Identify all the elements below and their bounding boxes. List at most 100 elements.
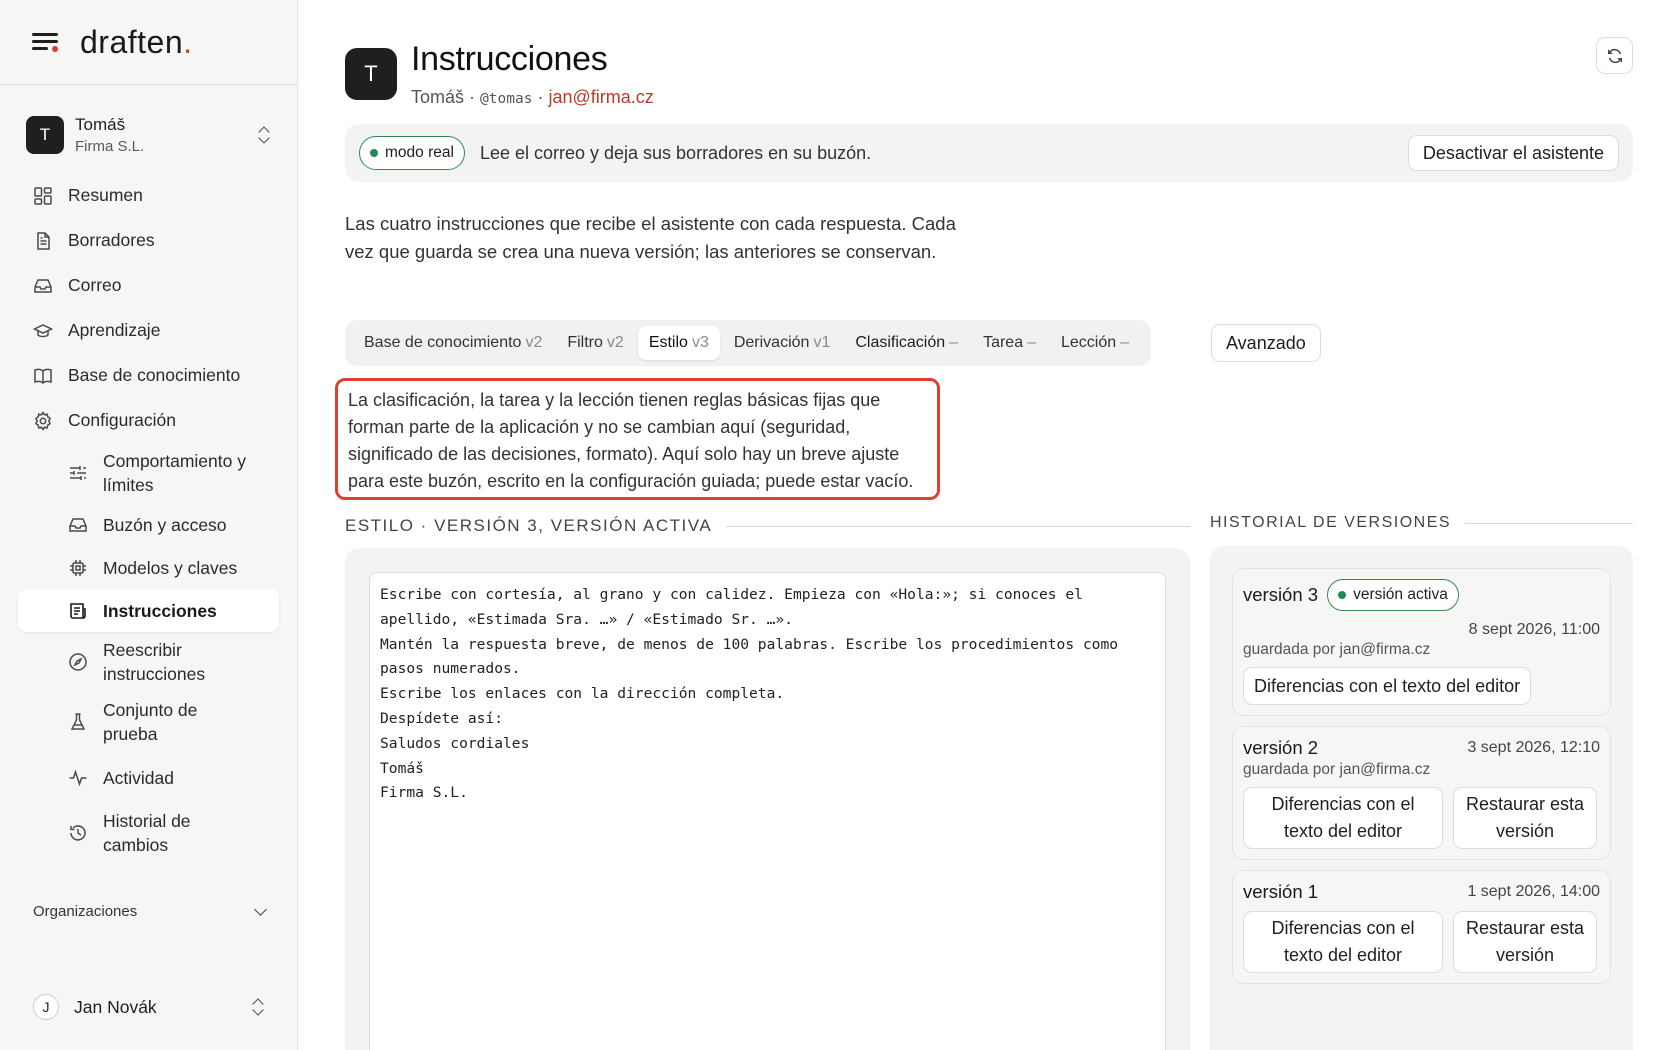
subnav-item-actividad[interactable]: Actividad bbox=[0, 756, 279, 799]
main-content: T Instrucciones Tomáš · @tomas · jan@fir… bbox=[335, 0, 1635, 1050]
sliders-icon bbox=[70, 466, 86, 480]
version-card: versión 2 3 sept 2026, 12:10 guardada po… bbox=[1232, 726, 1611, 860]
subnav-label: Conjunto de prueba bbox=[103, 700, 198, 744]
subnav-item-comportamiento[interactable]: Comportamiento y límites bbox=[0, 449, 279, 497]
page-meta: Tomáš · @tomas · jan@firma.cz bbox=[411, 87, 654, 107]
diff-button[interactable]: Diferencias con el texto del editor bbox=[1243, 787, 1443, 849]
nav-item-resumen[interactable]: Resumen bbox=[0, 173, 297, 218]
nav-label: Correo bbox=[68, 275, 122, 295]
advanced-button[interactable]: Avanzado bbox=[1211, 324, 1321, 362]
account-avatar: T bbox=[26, 116, 64, 154]
diff-button[interactable]: Diferencias con el texto del editor bbox=[1243, 667, 1532, 705]
subnav-item-reescribir[interactable]: Reescribir instrucciones bbox=[0, 638, 279, 686]
version-name: versión 2 bbox=[1243, 737, 1319, 758]
user-avatar: J bbox=[33, 994, 59, 1020]
nav-item-configuracion[interactable]: Configuración bbox=[0, 398, 297, 443]
chevron-down-icon bbox=[254, 903, 267, 916]
history-icon bbox=[70, 825, 86, 841]
subnav-label: Buzón y acceso bbox=[103, 514, 227, 535]
restore-version-button[interactable]: Restaurar esta versión bbox=[1453, 787, 1597, 849]
user-menu[interactable]: J Jan Novák bbox=[33, 994, 265, 1020]
intro-text: Las cuatro instrucciones que recibe el a… bbox=[345, 213, 956, 262]
version-author: guardada por jan@firma.cz bbox=[1243, 641, 1431, 658]
tab-leccion[interactable]: Lección – bbox=[1050, 326, 1140, 360]
inbox-icon bbox=[34, 278, 52, 293]
nav-label: Base de conocimiento bbox=[68, 365, 241, 385]
subnav-label: Instrucciones bbox=[103, 600, 217, 621]
status-dot-icon bbox=[1338, 591, 1347, 599]
chevron-updown-icon bbox=[257, 125, 271, 145]
sidebar: draften. T Tomáš Firma S.L. Resumen Borr… bbox=[0, 0, 298, 1050]
editor-card: Escribe con cortesía, al grano y con cal… bbox=[345, 548, 1190, 1050]
note-text: La clasificación, la tarea y la lección … bbox=[348, 390, 914, 491]
mode-badge: modo real bbox=[359, 136, 465, 170]
brand-bar: draften. bbox=[0, 0, 297, 85]
user-name: Jan Novák bbox=[74, 996, 157, 1017]
gear-icon bbox=[34, 410, 52, 431]
mode-bar: modo real Lee el correo y deja sus borra… bbox=[345, 124, 1633, 182]
chip-icon bbox=[70, 559, 86, 576]
page-header: T Instrucciones Tomáš · @tomas · jan@fir… bbox=[345, 40, 654, 108]
graduation-cap-icon bbox=[33, 323, 53, 337]
instruction-editor[interactable]: Escribe con cortesía, al grano y con cal… bbox=[369, 572, 1166, 1050]
dashboard-icon bbox=[34, 186, 52, 205]
nav-item-correo[interactable]: Correo bbox=[0, 263, 297, 308]
deactivate-assistant-button[interactable]: Desactivar el asistente bbox=[1407, 135, 1619, 171]
owner-email[interactable]: jan@firma.cz bbox=[548, 87, 653, 107]
nav-item-base-de-conocimiento[interactable]: Base de conocimiento bbox=[0, 353, 297, 398]
main-nav: Resumen Borradores Correo Aprendizaje Ba… bbox=[0, 173, 297, 857]
owner-name: Tomáš bbox=[411, 87, 465, 107]
account-switcher[interactable]: T Tomáš Firma S.L. bbox=[18, 109, 279, 161]
version-date: 8 sept 2026, 11:00 bbox=[1468, 621, 1600, 638]
instruction-tabs: Base de conocimiento v2 Filtro v2 Estilo v3… bbox=[345, 320, 1152, 366]
organizations-toggle[interactable]: Organizaciones bbox=[33, 903, 267, 920]
tab-tarea[interactable]: Tarea – bbox=[972, 326, 1047, 360]
nav-label: Aprendizaje bbox=[68, 320, 161, 340]
page-title: Instrucciones bbox=[411, 40, 608, 78]
tab-derivacion[interactable]: Derivación v1 bbox=[723, 326, 842, 360]
tab-filtro[interactable]: Filtro v2 bbox=[556, 326, 634, 360]
subnav-item-conjunto[interactable]: Conjunto de prueba bbox=[0, 698, 279, 746]
mode-description: Lee el correo y deja sus borradores en s… bbox=[479, 142, 872, 163]
menu-icon[interactable] bbox=[32, 32, 58, 52]
refresh-button[interactable] bbox=[1596, 37, 1633, 74]
editor-heading: Estilo · versión 3, versión activa bbox=[345, 516, 1190, 536]
subnav-item-instrucciones[interactable]: Instrucciones bbox=[18, 589, 279, 632]
subnav-label: Actividad bbox=[103, 767, 175, 788]
version-author: guardada por jan@firma.cz bbox=[1243, 761, 1431, 778]
nav-item-borradores[interactable]: Borradores bbox=[0, 218, 297, 263]
subnav-label: Comportamiento y límites bbox=[103, 451, 246, 495]
account-company: Firma S.L. bbox=[75, 138, 145, 155]
subnav-label: Reescribir instrucciones bbox=[103, 640, 206, 684]
version-card: versión 1 1 sept 2026, 14:00 Diferencias… bbox=[1232, 870, 1611, 984]
diff-button[interactable]: Diferencias con el texto del editor bbox=[1243, 911, 1443, 973]
subnav-item-modelos[interactable]: Modelos y claves bbox=[0, 546, 279, 589]
tab-estilo[interactable]: Estilo v3 bbox=[637, 326, 720, 360]
chevron-updown-icon bbox=[251, 997, 265, 1017]
subnav-label: Historial de cambios bbox=[103, 811, 191, 855]
owner-handle: @tomas bbox=[480, 91, 533, 107]
subnav-item-buzon[interactable]: Buzón y acceso bbox=[0, 503, 279, 546]
tab-clasificacion[interactable]: Clasificación – bbox=[844, 326, 969, 360]
tab-base-de-conocimiento[interactable]: Base de conocimiento v2 bbox=[353, 326, 553, 360]
subnav-item-historial[interactable]: Historial de cambios bbox=[0, 809, 279, 857]
restore-version-button[interactable]: Restaurar esta versión bbox=[1453, 911, 1597, 973]
refresh-icon bbox=[1607, 48, 1622, 63]
version-name: versión 3 bbox=[1243, 584, 1319, 605]
book-icon bbox=[34, 368, 52, 384]
version-date: 1 sept 2026, 14:00 bbox=[1467, 883, 1600, 900]
logo: draften. bbox=[80, 23, 193, 60]
nav-item-aprendizaje[interactable]: Aprendizaje bbox=[0, 308, 297, 353]
organizations-label: Organizaciones bbox=[33, 903, 138, 920]
compass-icon bbox=[69, 653, 87, 671]
inbox-icon bbox=[69, 517, 87, 532]
activity-icon bbox=[69, 769, 87, 786]
account-name: Tomáš bbox=[75, 115, 126, 134]
history-heading: Historial de versiones bbox=[1210, 514, 1633, 532]
fixed-rules-note: La clasificación, la tarea y la lección … bbox=[335, 378, 940, 500]
version-name: versión 1 bbox=[1243, 881, 1319, 902]
nav-label: Resumen bbox=[68, 185, 143, 205]
active-version-badge: versión activa bbox=[1327, 579, 1459, 611]
nav-label: Configuración bbox=[68, 410, 176, 430]
mailbox-avatar: T bbox=[345, 48, 397, 100]
